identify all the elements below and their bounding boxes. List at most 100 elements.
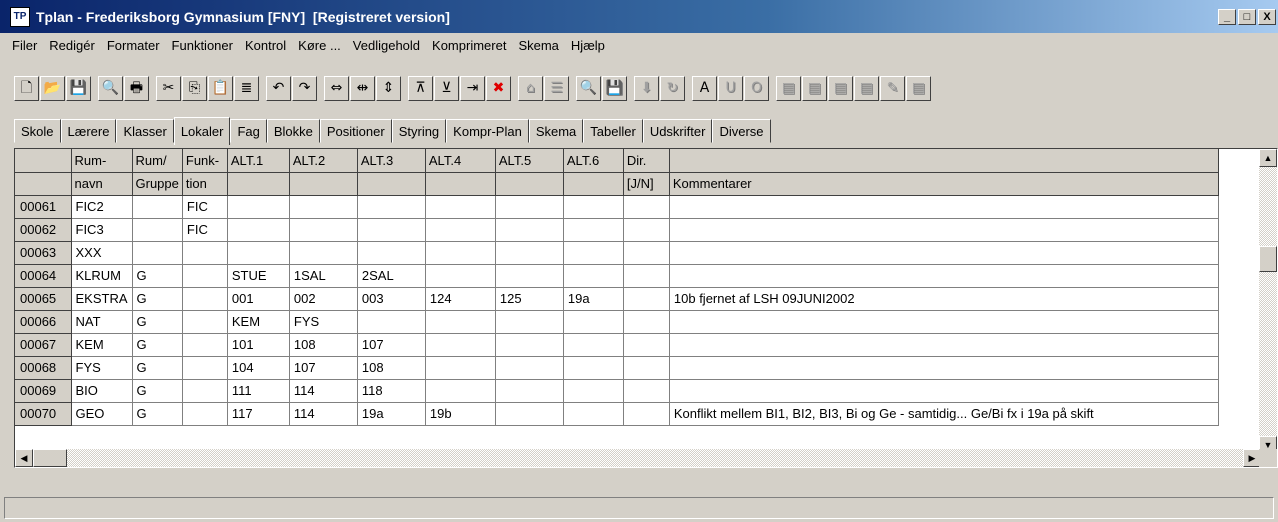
letter-u-icon[interactable]: U bbox=[718, 75, 743, 101]
download-icon[interactable]: ⬇ bbox=[634, 75, 659, 101]
grid-cell[interactable]: 19a bbox=[357, 402, 426, 426]
grid-cell[interactable]: 107 bbox=[289, 356, 358, 380]
grid-cell[interactable]: G bbox=[132, 287, 183, 311]
grid-cell[interactable]: FYS bbox=[71, 356, 133, 380]
grid-cell[interactable]: 114 bbox=[289, 402, 358, 426]
tab-skema[interactable]: Skema bbox=[528, 119, 584, 143]
block-pen-icon[interactable]: ✎ bbox=[880, 75, 905, 101]
grid-cell[interactable]: NAT bbox=[71, 310, 133, 334]
tab-skole[interactable]: Skole bbox=[14, 119, 61, 143]
delete-icon[interactable]: ✖ bbox=[486, 75, 511, 101]
grid-cell[interactable] bbox=[425, 241, 496, 265]
row-number[interactable]: 00070 bbox=[15, 402, 72, 426]
app-icon[interactable]: TP bbox=[10, 6, 30, 27]
block-arrow-icon[interactable]: ▤ bbox=[906, 75, 931, 101]
grid-cell[interactable] bbox=[563, 356, 624, 380]
grid-cell[interactable] bbox=[563, 241, 624, 265]
grid-cell[interactable] bbox=[227, 195, 290, 219]
grid-cell[interactable] bbox=[623, 402, 670, 426]
grid-cell[interactable] bbox=[182, 333, 228, 357]
grid-cell[interactable] bbox=[227, 241, 290, 265]
grid-cell[interactable] bbox=[425, 356, 496, 380]
grid-cell[interactable] bbox=[623, 241, 670, 265]
list-icon[interactable]: ☰ bbox=[544, 75, 569, 101]
insert-column-icon[interactable]: ⊻ bbox=[434, 75, 459, 101]
grid-cell[interactable] bbox=[182, 241, 228, 265]
tab-udskrifter[interactable]: Udskrifter bbox=[642, 119, 713, 143]
grid-cell[interactable] bbox=[495, 379, 564, 403]
align-icon[interactable]: ≣ bbox=[234, 75, 259, 101]
grid-cell[interactable]: 001 bbox=[227, 287, 290, 311]
row-number[interactable]: 00062 bbox=[15, 218, 72, 242]
grid-cell[interactable]: 101 bbox=[227, 333, 290, 357]
row-number[interactable]: 00063 bbox=[15, 241, 72, 265]
grid-cell[interactable] bbox=[669, 356, 1219, 380]
row-number[interactable]: 00065 bbox=[15, 287, 72, 311]
grid-cell[interactable] bbox=[495, 241, 564, 265]
tab-lokaler[interactable]: Lokaler bbox=[173, 117, 231, 145]
grid-cell[interactable] bbox=[495, 195, 564, 219]
grid-cell[interactable]: KEM bbox=[71, 333, 133, 357]
grid-cell[interactable]: G bbox=[132, 310, 183, 334]
grid-cell[interactable] bbox=[669, 310, 1219, 334]
grid-cell[interactable]: 108 bbox=[357, 356, 426, 380]
row-number[interactable]: 00066 bbox=[15, 310, 72, 334]
grid-cell[interactable] bbox=[132, 218, 183, 242]
zoom-icon[interactable]: 🔍 bbox=[576, 75, 601, 101]
grid-cell[interactable] bbox=[669, 379, 1219, 403]
grid-cell[interactable] bbox=[182, 379, 228, 403]
menu-formater[interactable]: Formater bbox=[101, 38, 166, 53]
grid-cell[interactable] bbox=[227, 218, 290, 242]
grid-cell[interactable]: 118 bbox=[357, 379, 426, 403]
search-icon[interactable]: 🔍 bbox=[98, 75, 123, 101]
grid-cell[interactable]: 2SAL bbox=[357, 264, 426, 288]
row-number[interactable]: 00061 bbox=[15, 195, 72, 219]
row-number[interactable]: 00069 bbox=[15, 379, 72, 403]
grid-cell[interactable] bbox=[563, 402, 624, 426]
insert-row-icon[interactable]: ⊼ bbox=[408, 75, 433, 101]
grid-cell[interactable]: G bbox=[132, 379, 183, 403]
grid-cell[interactable] bbox=[623, 264, 670, 288]
grid-cell[interactable]: 108 bbox=[289, 333, 358, 357]
paste-icon[interactable]: 📋 bbox=[208, 75, 233, 101]
grid-cell[interactable]: FIC bbox=[182, 218, 228, 242]
grid-cell[interactable] bbox=[357, 310, 426, 334]
horizontal-scrollbar[interactable]: ◀ ▶ bbox=[15, 449, 1261, 467]
grid-cell[interactable] bbox=[623, 333, 670, 357]
new-icon[interactable]: 🗋 bbox=[14, 75, 39, 101]
grid-cell[interactable] bbox=[182, 356, 228, 380]
grid-cell[interactable] bbox=[289, 218, 358, 242]
grid-cell[interactable] bbox=[623, 310, 670, 334]
grid-cell[interactable] bbox=[425, 333, 496, 357]
menu-funktioner[interactable]: Funktioner bbox=[166, 38, 239, 53]
title-bar[interactable]: TP Tplan - Frederiksborg Gymnasium [FNY]… bbox=[0, 0, 1278, 33]
menu-vedligehold[interactable]: Vedligehold bbox=[347, 38, 426, 53]
grid-cell[interactable] bbox=[495, 333, 564, 357]
grid-cell[interactable] bbox=[623, 218, 670, 242]
grid-cell[interactable]: G bbox=[132, 402, 183, 426]
grid-cell[interactable] bbox=[425, 264, 496, 288]
grid-cell[interactable]: 1SAL bbox=[289, 264, 358, 288]
block-e2-icon[interactable]: ▤ bbox=[802, 75, 827, 101]
menu-redig-r[interactable]: Redigér bbox=[43, 38, 101, 53]
save-icon[interactable]: 💾 bbox=[66, 75, 91, 101]
grid-cell[interactable]: 107 bbox=[357, 333, 426, 357]
grid-cell[interactable] bbox=[495, 356, 564, 380]
tab-kompr-plan[interactable]: Kompr-Plan bbox=[446, 119, 529, 143]
copy-icon[interactable]: ⎘ bbox=[182, 75, 207, 101]
scroll-thumb[interactable] bbox=[1259, 246, 1277, 272]
grid-cell[interactable] bbox=[563, 333, 624, 357]
menu-hjælp[interactable]: Hjælp bbox=[565, 38, 611, 53]
grid-cell[interactable]: BIO bbox=[71, 379, 133, 403]
grid-cell[interactable] bbox=[425, 195, 496, 219]
grid-cell[interactable]: 19b bbox=[425, 402, 496, 426]
row-number[interactable]: 00064 bbox=[15, 264, 72, 288]
row-number[interactable]: 00068 bbox=[15, 356, 72, 380]
grid-cell[interactable]: 114 bbox=[289, 379, 358, 403]
grid-cell[interactable] bbox=[563, 218, 624, 242]
tab-styring[interactable]: Styring bbox=[391, 119, 447, 143]
grid-cell[interactable]: 19a bbox=[563, 287, 624, 311]
letter-o-icon[interactable]: O bbox=[744, 75, 769, 101]
menu-filer[interactable]: Filer bbox=[6, 38, 43, 53]
grid-cell[interactable] bbox=[563, 195, 624, 219]
